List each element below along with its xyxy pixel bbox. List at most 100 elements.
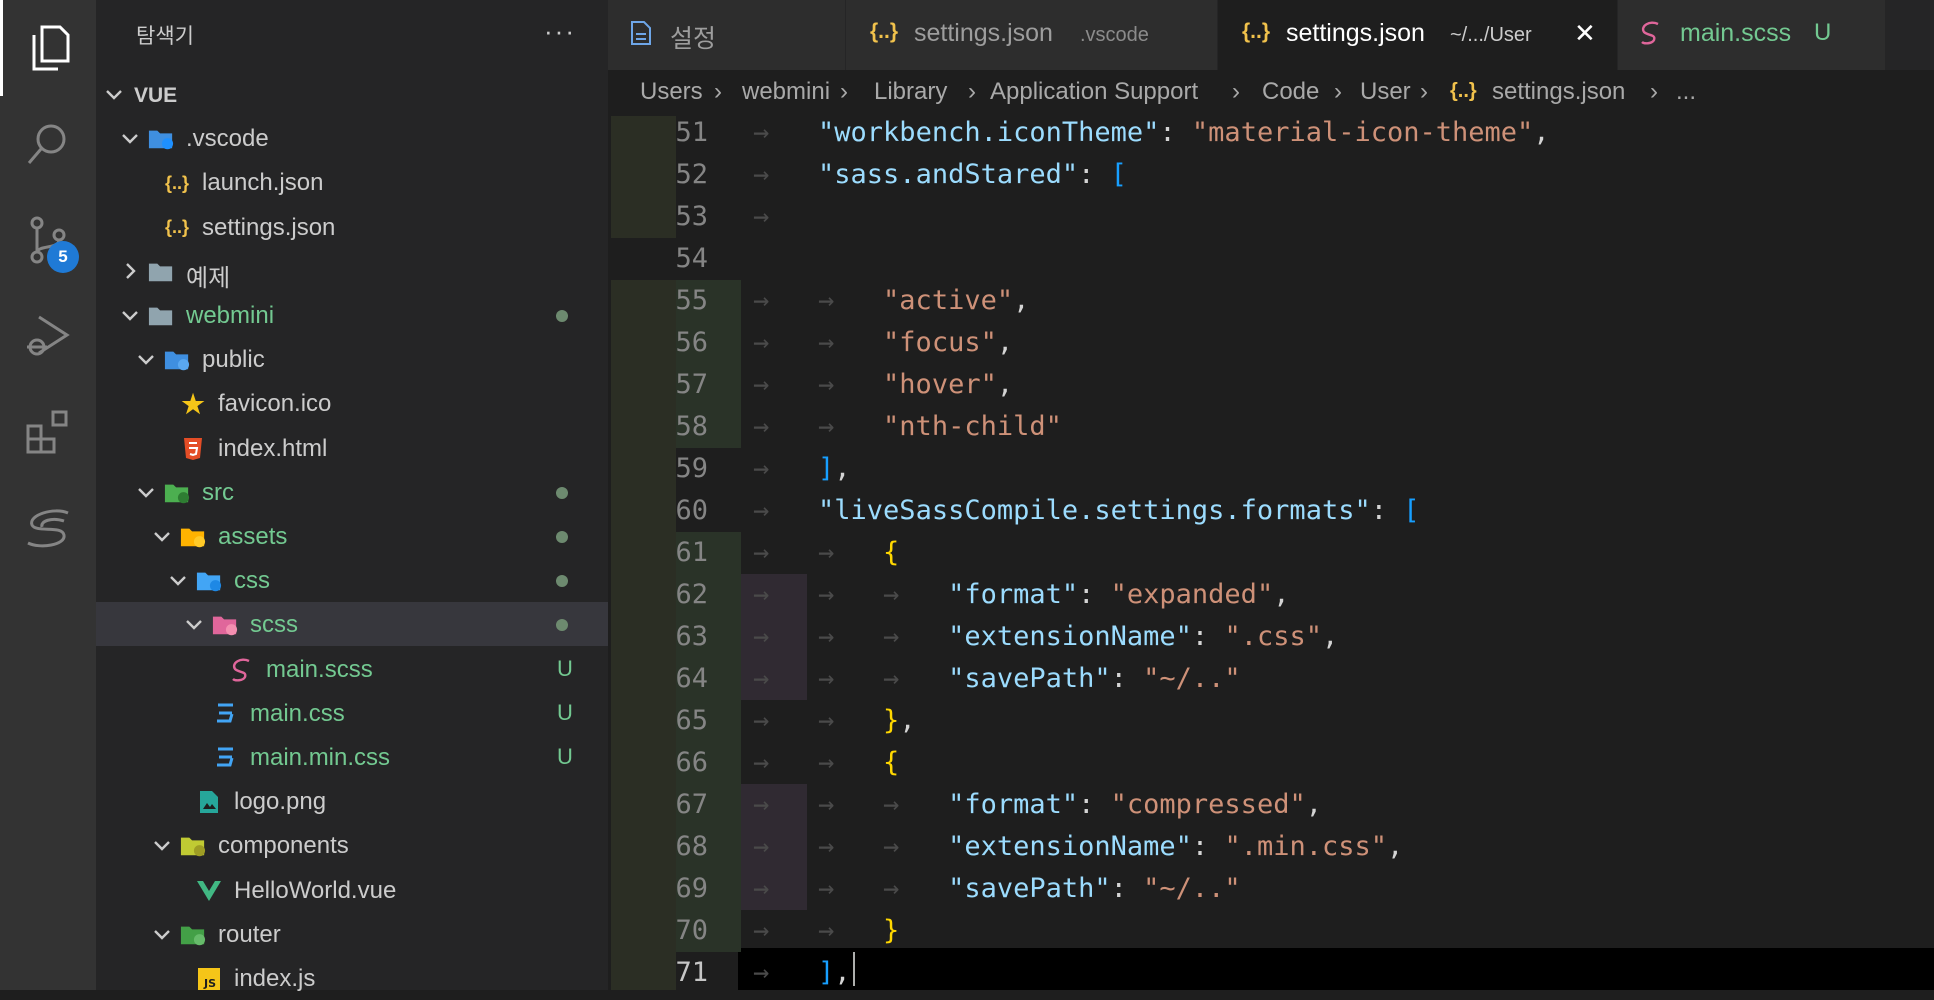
modified-dot <box>556 310 568 322</box>
breadcrumb-item[interactable]: User <box>1360 78 1411 106</box>
whitespace-marker: → → <box>753 747 884 778</box>
tree-file[interactable]: main.scss U <box>96 647 608 691</box>
tree-folder[interactable]: public <box>96 337 608 381</box>
tree-item-label: css <box>234 567 270 595</box>
chevron-down-icon[interactable] <box>152 835 172 855</box>
code-token: "sass.andStared" <box>818 159 1079 190</box>
line-number: 68 <box>675 831 708 862</box>
close-icon[interactable]: ✕ <box>1574 18 1596 49</box>
chevron-down-icon[interactable] <box>152 526 172 546</box>
tab-settings-json-user[interactable]: {..} settings.json ~/.../User ✕ <box>1218 0 1618 70</box>
breadcrumb-item[interactable]: Library <box>874 78 947 106</box>
modified-dot <box>556 486 568 499</box>
breadcrumb-item[interactable]: Application Support <box>990 78 1198 106</box>
tree-folder[interactable]: webmini <box>96 293 608 337</box>
code-token: : <box>1191 621 1225 652</box>
breadcrumb-item[interactable]: settings.json <box>1492 78 1625 106</box>
tab-settings-json-vscode[interactable]: {..} settings.json .vscode <box>846 0 1218 70</box>
chevron-down-icon[interactable] <box>168 570 188 590</box>
extensions-icon[interactable] <box>0 384 96 480</box>
code-line: → → }, <box>753 700 916 742</box>
code-token: , <box>834 957 851 988</box>
tree-folder[interactable]: src <box>96 470 608 514</box>
run-debug-icon[interactable] <box>0 288 96 384</box>
chevron-down-icon[interactable] <box>104 84 124 104</box>
code-token: ] <box>818 957 835 988</box>
chevron-right-icon[interactable] <box>120 261 140 281</box>
line-number: 70 <box>675 915 708 946</box>
tree-folder[interactable]: 예제 <box>96 249 608 293</box>
search-icon[interactable] <box>0 96 96 192</box>
star-icon: ★ <box>181 388 205 419</box>
code-token: "focus" <box>883 327 997 358</box>
code-line: → ], <box>753 952 851 990</box>
tree-file[interactable]: logo.png <box>96 779 608 823</box>
sass-icon[interactable] <box>0 480 96 576</box>
json-icon: {..} <box>1450 80 1477 102</box>
tree-file[interactable]: HelloWorld.vue <box>96 868 608 912</box>
code-token: "format" <box>948 789 1079 820</box>
code-line: → → "focus", <box>753 322 1013 364</box>
code-token: "nth-child" <box>883 411 1062 442</box>
code-token: , <box>1305 789 1322 820</box>
javascript-icon: JS <box>196 966 222 992</box>
breadcrumb-item[interactable]: Code <box>1262 78 1319 106</box>
breadcrumb-item[interactable]: ... <box>1676 78 1696 106</box>
chevron-down-icon[interactable] <box>120 128 140 148</box>
workspace-root[interactable]: VUE <box>96 72 608 116</box>
chevron-right-icon: › <box>1334 78 1342 105</box>
tree-file[interactable]: {..} settings.json <box>96 205 608 249</box>
code-token: : <box>1159 117 1192 148</box>
explorer-header: 탐색기 ··· <box>96 0 608 70</box>
svg-text:JS: JS <box>203 977 216 990</box>
json-icon: {..} <box>164 172 189 193</box>
chevron-down-icon[interactable] <box>152 924 172 944</box>
settings-file-icon <box>630 20 652 52</box>
line-number: 51 <box>675 117 708 148</box>
tree-item-label: favicon.ico <box>218 390 332 418</box>
tree-file[interactable]: main.min.css U <box>96 735 608 779</box>
more-actions-icon[interactable]: ··· <box>544 16 576 47</box>
source-control-icon[interactable]: 5 <box>0 192 96 288</box>
tree-folder[interactable]: components <box>96 823 608 867</box>
chevron-down-icon[interactable] <box>136 349 156 369</box>
tree-item-label: src <box>202 478 234 506</box>
tab-settings-ui[interactable]: 설정 <box>608 0 846 70</box>
breadcrumb-item[interactable]: Users <box>640 78 703 106</box>
code-line: → → { <box>753 742 899 784</box>
line-number: 53 <box>675 201 708 232</box>
whitespace-marker: → <box>753 495 819 526</box>
code-line: → → "active", <box>753 280 1029 322</box>
tree-file[interactable]: {..} launch.json <box>96 160 608 204</box>
code-token: : <box>1078 579 1111 610</box>
tree-folder[interactable]: scss <box>96 602 608 647</box>
tree-folder[interactable]: css <box>96 558 608 602</box>
html5-icon <box>180 436 206 462</box>
tree-folder[interactable]: assets <box>96 514 608 558</box>
tree-file[interactable]: JS index.js <box>96 956 608 1000</box>
sass-icon <box>1638 20 1662 52</box>
chevron-down-icon[interactable] <box>136 482 156 502</box>
tree-folder[interactable]: .vscode <box>96 116 608 160</box>
current-line-highlight <box>738 948 1934 990</box>
code-token: [ <box>1403 495 1420 526</box>
tree-folder[interactable]: router <box>96 912 608 956</box>
code-line: → → → "savePath": "~/.." <box>753 868 1241 910</box>
whitespace-marker: → → <box>753 285 884 316</box>
code-token: "workbench.iconTheme" <box>818 117 1160 148</box>
code-line: → "sass.andStared": [ <box>753 154 1127 196</box>
line-number: 62 <box>675 579 708 610</box>
tree-file[interactable]: ★ favicon.ico <box>96 381 608 425</box>
tree-file[interactable]: main.css U <box>96 691 608 735</box>
tab-main-scss[interactable]: main.scss U <box>1618 0 1886 70</box>
code-editor[interactable]: 51 52 53 54 55 56 57 58 59 60 61 62 63 64 65 66 67 68 69 70… <box>608 116 1934 990</box>
tree-item-label: index.js <box>234 965 316 992</box>
tree-item-label: VUE <box>134 84 178 107</box>
breadcrumb-item[interactable]: webmini <box>742 78 830 106</box>
explorer-icon[interactable] <box>0 0 96 96</box>
tree-file[interactable]: index.html <box>96 426 608 470</box>
code-token: , <box>1013 285 1030 316</box>
chevron-down-icon[interactable] <box>120 305 140 325</box>
vue-icon <box>196 878 222 904</box>
chevron-down-icon[interactable] <box>184 614 204 634</box>
